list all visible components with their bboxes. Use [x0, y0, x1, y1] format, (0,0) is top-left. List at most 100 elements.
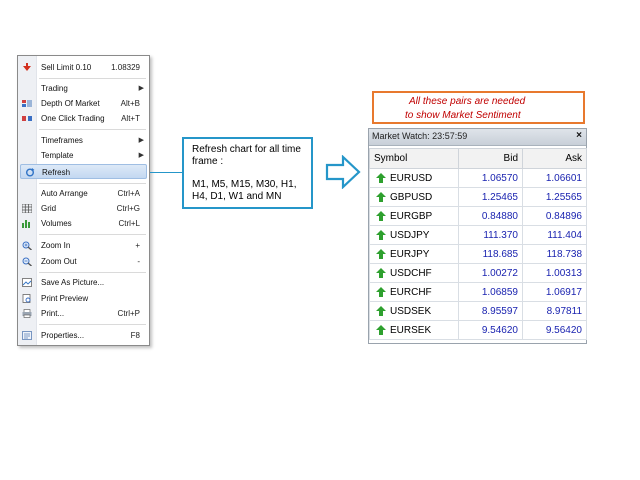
bid-price: 0.84880: [458, 206, 523, 226]
close-icon[interactable]: ×: [576, 130, 582, 141]
menu-item-zoom-out[interactable]: Zoom Out -: [18, 254, 149, 269]
market-watch-panel: Market Watch: 23:57:59 × Symbol Bid Ask …: [368, 128, 587, 344]
table-row[interactable]: EURJPY 118.685 118.738: [369, 244, 587, 264]
print-preview-icon: [22, 294, 31, 303]
menu-item-grid[interactable]: Grid Ctrl+G: [18, 201, 149, 216]
up-arrow-icon: [376, 306, 386, 316]
market-watch-titlebar: Market Watch: 23:57:59 ×: [369, 129, 586, 146]
table-header-row: Symbol Bid Ask: [369, 148, 587, 169]
menu-separator: [39, 324, 146, 325]
up-arrow-icon: [376, 287, 386, 297]
menu-separator: [39, 183, 146, 184]
table-row[interactable]: USDSEK 8.95597 8.97811: [369, 301, 587, 321]
symbol-name: GBPUSD: [390, 191, 433, 203]
bid-price: 111.370: [458, 225, 523, 245]
market-watch-title: Market Watch: 23:57:59: [372, 131, 468, 141]
menu-item-timeframes[interactable]: Timeframes ▶: [18, 133, 149, 148]
symbol-name: EURJPY: [390, 248, 430, 260]
zoom-out-icon: [22, 257, 32, 266]
table-row[interactable]: EURSEK 9.54620 9.56420: [369, 320, 587, 340]
symbol-name: EURGBP: [390, 210, 433, 222]
bid-price: 1.00272: [458, 263, 523, 283]
bid-price: 118.685: [458, 244, 523, 264]
symbol-name: EURSEK: [390, 324, 432, 336]
symbol-name: USDSEK: [390, 305, 432, 317]
bid-price: 9.54620: [458, 320, 523, 340]
up-arrow-icon: [376, 325, 386, 335]
ask-price: 8.97811: [522, 301, 587, 321]
submenu-arrow-icon: ▶: [138, 137, 144, 144]
chart-context-menu: Sell Limit 0.10 1.08329 Trading ▶ Depth …: [17, 55, 150, 346]
market-sentiment-note: All these pairs are needed to show Marke…: [372, 91, 585, 124]
symbol-name: USDJPY: [390, 229, 430, 241]
refresh-callout: Refresh chart for all time frame : M1, M…: [182, 137, 313, 209]
save-picture-icon: [22, 278, 32, 287]
menu-separator: [39, 272, 146, 273]
bid-price: 1.06570: [458, 168, 523, 188]
submenu-arrow-icon: ▶: [138, 152, 144, 159]
up-arrow-icon: [376, 173, 386, 183]
menu-item-trading[interactable]: Trading ▶: [18, 81, 149, 96]
up-arrow-icon: [376, 268, 386, 278]
market-watch-table: Symbol Bid Ask EURUSD 1.06570 1.06601 GB…: [369, 148, 587, 340]
ask-price: 0.84896: [522, 206, 587, 226]
bid-price: 8.95597: [458, 301, 523, 321]
refresh-icon: [26, 168, 35, 177]
ask-price: 9.56420: [522, 320, 587, 340]
table-row[interactable]: USDJPY 111.370 111.404: [369, 225, 587, 245]
ask-price: 1.06917: [522, 282, 587, 302]
menu-item-save-as-picture[interactable]: Save As Picture...: [18, 275, 149, 290]
table-row[interactable]: EURCHF 1.06859 1.06917: [369, 282, 587, 302]
one-click-trading-icon: [22, 116, 32, 121]
callout-text-line: Refresh chart for all time: [192, 144, 301, 155]
menu-separator: [39, 129, 146, 130]
up-arrow-icon: [376, 192, 386, 202]
table-row[interactable]: EURGBP 0.84880 0.84896: [369, 206, 587, 226]
menu-item-refresh[interactable]: Refresh: [20, 164, 147, 179]
callout-connector: [150, 172, 182, 173]
properties-icon: [22, 331, 32, 340]
column-header-bid[interactable]: Bid: [458, 148, 523, 169]
bid-price: 1.06859: [458, 282, 523, 302]
menu-item-one-click-trading[interactable]: One Click Trading Alt+T: [18, 111, 149, 126]
note-text-line: All these pairs are needed: [409, 96, 526, 107]
menu-separator: [39, 234, 146, 235]
ask-price: 1.00313: [522, 263, 587, 283]
symbol-name: EURCHF: [390, 286, 432, 298]
callout-text-line: M1, M5, M15, M30, H1,: [192, 179, 297, 190]
table-row[interactable]: EURUSD 1.06570 1.06601: [369, 168, 587, 188]
bid-price: 1.25465: [458, 187, 523, 207]
sell-limit-icon: [23, 63, 31, 71]
volumes-icon: [22, 220, 30, 228]
symbol-name: USDCHF: [390, 267, 432, 279]
menu-item-print[interactable]: Print... Ctrl+P: [18, 306, 149, 321]
menu-item-auto-arrange[interactable]: Auto Arrange Ctrl+A: [18, 186, 149, 201]
print-icon: [22, 309, 32, 318]
menu-item-depth-of-market[interactable]: Depth Of Market Alt+B: [18, 96, 149, 111]
grid-icon: [22, 204, 32, 213]
column-header-symbol[interactable]: Symbol: [369, 148, 459, 169]
menu-item-sell-limit[interactable]: Sell Limit 0.10 1.08329: [18, 60, 149, 75]
table-row[interactable]: GBPUSD 1.25465 1.25565: [369, 187, 587, 207]
depth-of-market-icon: [22, 100, 32, 107]
up-arrow-icon: [376, 211, 386, 221]
callout-text-line: H4, D1, W1 and MN: [192, 191, 282, 202]
menu-item-template[interactable]: Template ▶: [18, 148, 149, 163]
callout-text-line: frame :: [192, 156, 224, 167]
menu-item-volumes[interactable]: Volumes Ctrl+L: [18, 216, 149, 231]
right-arrow-icon: [325, 155, 361, 189]
note-text-line: to show Market Sentiment: [405, 110, 521, 121]
up-arrow-icon: [376, 249, 386, 259]
ask-price: 111.404: [522, 225, 587, 245]
menu-item-properties[interactable]: Properties... F8: [18, 328, 149, 343]
table-row[interactable]: USDCHF 1.00272 1.00313: [369, 263, 587, 283]
ask-price: 118.738: [522, 244, 587, 264]
menu-item-print-preview[interactable]: Print Preview: [18, 291, 149, 306]
column-header-ask[interactable]: Ask: [522, 148, 587, 169]
submenu-arrow-icon: ▶: [138, 85, 144, 92]
ask-price: 1.25565: [522, 187, 587, 207]
menu-item-zoom-in[interactable]: Zoom In +: [18, 238, 149, 253]
symbol-name: EURUSD: [390, 172, 433, 184]
up-arrow-icon: [376, 230, 386, 240]
menu-separator: [39, 78, 146, 79]
